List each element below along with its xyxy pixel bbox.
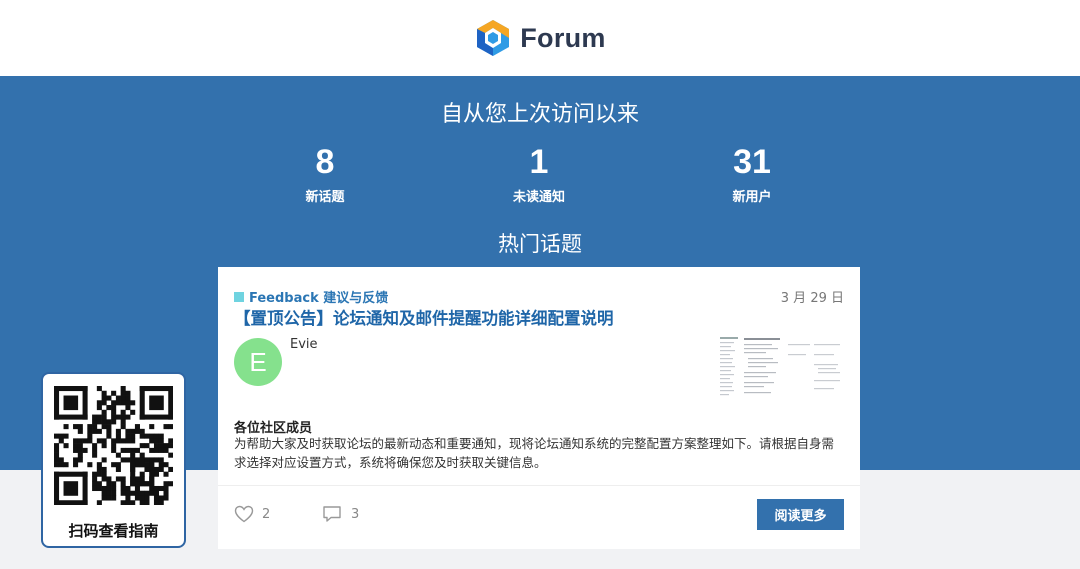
stat-label: 未读通知 (512, 190, 565, 205)
card-divider (218, 485, 860, 486)
qr-label: 扫码查看指南 (68, 522, 159, 540)
hero-title: 自从您上次访问以来 (440, 102, 639, 127)
stat-value: 1 (529, 143, 549, 181)
logo-text: Forum (520, 22, 606, 53)
hot-topics-heading: 热门话题 (498, 232, 582, 256)
stat-unread-notifications[interactable]: 1 未读通知 (459, 142, 619, 205)
reply-button[interactable]: 3 (322, 505, 359, 523)
avatar-initial: E (249, 346, 267, 377)
site-header: Forum (0, 0, 1080, 76)
qr-code-image (54, 386, 173, 505)
avatar[interactable]: E (234, 338, 282, 386)
forum-logo[interactable]: Forum (474, 18, 606, 58)
stat-new-users[interactable]: 31 新用户 (672, 142, 832, 205)
category-badge[interactable]: Feedback 建议与反馈 (234, 287, 388, 306)
stat-value: 8 (315, 143, 335, 181)
reply-count: 3 (351, 506, 360, 522)
read-more-button[interactable]: 阅读更多 (757, 499, 844, 530)
stat-label: 新话题 (305, 190, 345, 205)
like-count: 2 (262, 506, 271, 522)
category-color-swatch (234, 291, 244, 302)
author-name[interactable]: Evie (290, 337, 318, 352)
category-label: Feedback 建议与反馈 (249, 291, 389, 306)
stat-new-topics[interactable]: 8 新话题 (245, 142, 405, 205)
stat-value: 31 (733, 143, 771, 181)
stat-label: 新用户 (732, 190, 772, 205)
hexagon-logo-icon (477, 20, 510, 56)
topic-card: Feedback 建议与反馈 3 月 29 日 【置顶公告】论坛通知及邮件提醒功… (218, 267, 860, 549)
topic-thumbnail-image[interactable] (718, 335, 844, 401)
heart-icon (234, 505, 254, 523)
like-button[interactable]: 2 (234, 505, 270, 523)
topic-date: 3 月 29 日 (780, 291, 844, 306)
qr-guide-card[interactable]: 扫码查看指南 (41, 372, 186, 548)
comment-icon (323, 506, 341, 522)
topic-title-link[interactable]: 【置顶公告】论坛通知及邮件提醒功能详细配置说明 (234, 305, 614, 329)
topic-excerpt: 为帮助大家及时获取论坛的最新动态和重要通知，现将论坛通知系统的完整配置方案整理如… (234, 436, 835, 470)
